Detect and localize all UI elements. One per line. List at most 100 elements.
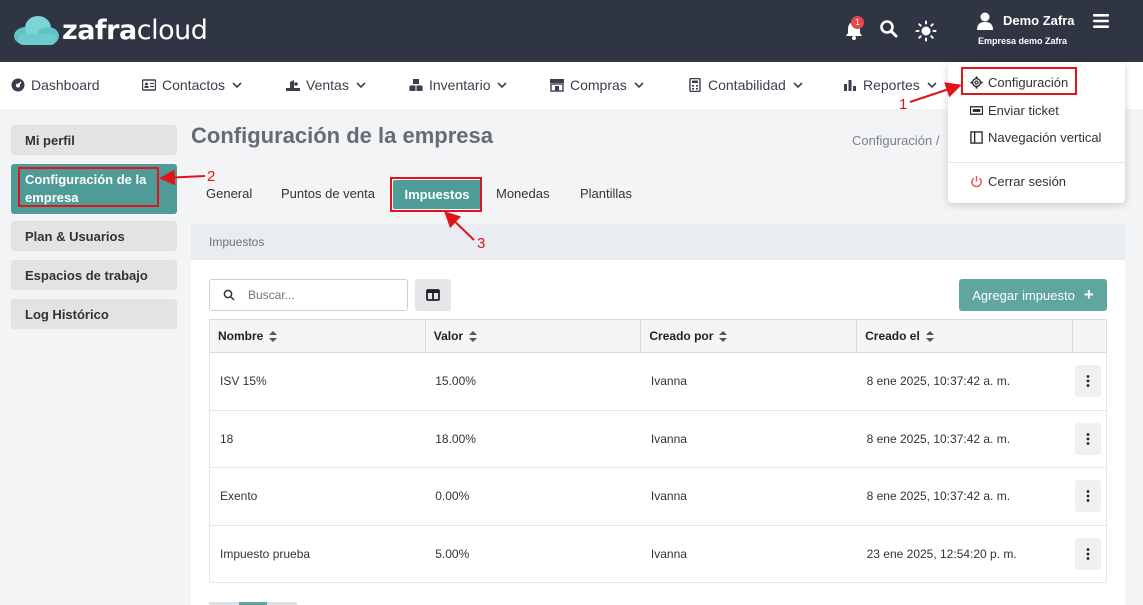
chevron-down-icon	[356, 82, 366, 89]
nav-dashboard[interactable]: Dashboard	[11, 77, 100, 93]
nav-label: Contactos	[162, 77, 226, 93]
search-input[interactable]	[248, 288, 398, 302]
page-title: Configuración de la empresa	[191, 123, 493, 148]
sidebar-item-label: Plan & Usuarios	[25, 228, 125, 244]
user-icon[interactable]	[977, 12, 993, 30]
annotation-number-1: 1	[899, 96, 908, 113]
cell-creado-el: 23 ene 2025, 12:54:20 p. m.	[856, 525, 1073, 583]
nav-label: Ventas	[306, 77, 349, 93]
search-icon[interactable]	[879, 19, 899, 39]
theme-toggle-icon[interactable]	[915, 20, 937, 42]
nav-contabilidad[interactable]: Contabilidad	[688, 77, 803, 93]
cell-nombre: ISV 15%	[209, 352, 426, 411]
row-actions-button[interactable]	[1075, 480, 1102, 513]
logo-text-bold: zafra	[62, 14, 137, 46]
nav-label: Contabilidad	[708, 77, 786, 93]
cell-valor: 15.00%	[425, 352, 641, 411]
add-tax-button[interactable]: Agregar impuesto +	[959, 279, 1107, 311]
annotation-box-tab	[390, 177, 482, 212]
plus-icon: +	[1083, 285, 1094, 304]
row-actions-button[interactable]	[1075, 365, 1102, 398]
nav-label: Dashboard	[31, 77, 100, 93]
menu-item-cerrar-sesion[interactable]: Cerrar sesión	[970, 174, 1066, 189]
menu-item-label: Cerrar sesión	[988, 174, 1067, 189]
menu-item-label: Enviar ticket	[988, 103, 1059, 118]
table-header-row: Nombre Valor Creado por Creado el	[209, 319, 1108, 353]
sidebar-item-plan-usuarios[interactable]: Plan & Usuarios	[11, 221, 177, 251]
cell-creado-por: Ivanna	[640, 525, 857, 583]
add-tax-button-label: Agregar impuesto	[972, 287, 1075, 303]
breadcrumb[interactable]: Configuración /	[852, 133, 939, 148]
nav-label: Inventario	[429, 77, 491, 93]
sales-icon	[286, 80, 300, 91]
column-header-creado-el[interactable]: Creado el	[856, 319, 1073, 353]
tab-plantillas[interactable]: Plantillas	[580, 186, 632, 201]
kebab-menu-icon	[1087, 547, 1090, 560]
table-row: 18 18.00% Ivanna 8 ene 2025, 10:37:42 a.…	[209, 410, 1108, 468]
section-title: Impuestos	[191, 224, 1125, 260]
sidebar-item-label: Mi perfil	[25, 132, 75, 148]
annotation-box-sidebar	[18, 167, 159, 207]
annotation-number-3: 3	[477, 235, 486, 252]
bar-chart-icon	[844, 80, 856, 91]
nav-contactos[interactable]: Contactos	[142, 77, 242, 93]
taxes-table: Nombre Valor Creado por Creado el ISV 15…	[209, 319, 1108, 583]
cell-actions	[1072, 352, 1108, 411]
menu-divider	[948, 162, 1125, 163]
cell-creado-el: 8 ene 2025, 10:37:42 a. m.	[856, 410, 1073, 468]
cell-actions	[1072, 467, 1108, 526]
column-header-valor[interactable]: Valor	[424, 319, 642, 353]
sidebar-item-log-historico[interactable]: Log Histórico	[11, 299, 177, 329]
columns-toggle-button[interactable]	[415, 279, 451, 311]
sidebar-item-espacios-trabajo[interactable]: Espacios de trabajo	[11, 260, 177, 290]
cell-nombre: Impuesto prueba	[209, 525, 426, 583]
kebab-menu-icon	[1087, 490, 1090, 503]
column-header-nombre[interactable]: Nombre	[209, 319, 426, 353]
nav-reportes[interactable]: Reportes	[843, 77, 937, 93]
row-actions-button[interactable]	[1075, 537, 1102, 570]
kebab-menu-icon	[1087, 432, 1090, 445]
kebab-menu-icon	[1087, 375, 1090, 388]
column-header-creado-por[interactable]: Creado por	[640, 319, 858, 353]
nav-ventas[interactable]: Ventas	[286, 77, 366, 93]
cell-valor: 5.00%	[425, 525, 641, 583]
inventory-icon	[409, 79, 423, 91]
sort-icon	[719, 331, 728, 343]
cell-nombre: Exento	[209, 467, 426, 526]
menu-item-navegacion-vertical[interactable]: Navegación vertical	[970, 130, 1101, 145]
top-bar: zafracloud 1 Demo Zafra Empresa demo Zaf…	[0, 0, 1143, 62]
cell-creado-por: Ivanna	[640, 352, 857, 411]
hamburger-menu-icon[interactable]	[1093, 13, 1109, 29]
tab-general[interactable]: General	[206, 186, 252, 201]
calculator-icon	[689, 78, 701, 92]
search-field[interactable]	[209, 279, 408, 311]
sidebar-item-label: Espacios de trabajo	[25, 267, 148, 283]
menu-item-enviar-ticket[interactable]: Enviar ticket	[970, 103, 1059, 118]
ticket-icon	[970, 106, 983, 115]
logo-text-light: cloud	[136, 14, 208, 46]
nav-inventario[interactable]: Inventario	[409, 77, 508, 93]
tab-monedas[interactable]: Monedas	[496, 186, 549, 201]
row-actions-button[interactable]	[1075, 422, 1102, 455]
tab-puntos-de-venta[interactable]: Puntos de venta	[281, 186, 375, 201]
annotation-number-2: 2	[207, 168, 216, 185]
sidebar-item-mi-perfil[interactable]: Mi perfil	[11, 125, 177, 155]
column-header-label: Valor	[433, 329, 464, 343]
column-header-label: Creado el	[865, 329, 920, 343]
layout-icon	[970, 131, 983, 144]
user-name[interactable]: Demo Zafra	[1003, 13, 1075, 28]
cell-creado-por: Ivanna	[640, 467, 857, 526]
table-row: Impuesto prueba 5.00% Ivanna 23 ene 2025…	[209, 525, 1108, 583]
table-row: Exento 0.00% Ivanna 8 ene 2025, 10:37:42…	[209, 467, 1108, 526]
cell-creado-el: 8 ene 2025, 10:37:42 a. m.	[856, 352, 1073, 411]
nav-compras[interactable]: Compras	[550, 77, 644, 93]
table-row: ISV 15% 15.00% Ivanna 8 ene 2025, 10:37:…	[209, 352, 1108, 411]
columns-icon	[426, 289, 440, 301]
cloud-logo-icon	[14, 16, 59, 45]
cell-valor: 18.00%	[425, 410, 641, 468]
chevron-down-icon	[634, 82, 644, 89]
cell-creado-por: Ivanna	[640, 410, 857, 468]
notification-badge: 1	[851, 16, 864, 29]
power-icon	[971, 175, 982, 188]
logo[interactable]: zafracloud	[12, 14, 208, 46]
